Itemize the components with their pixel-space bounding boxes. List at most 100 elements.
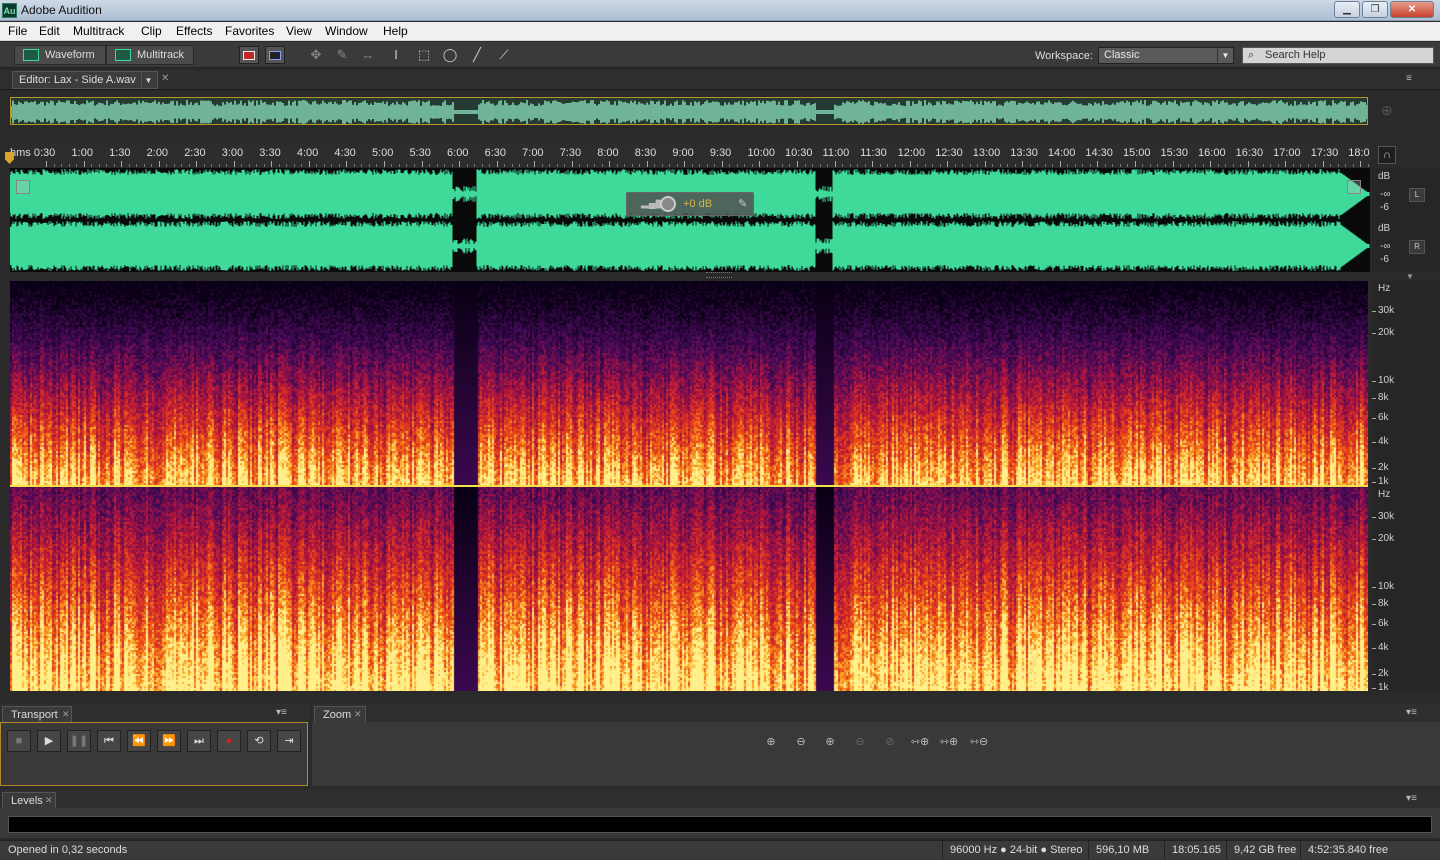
pin-icon[interactable]: ✎ <box>738 197 747 210</box>
menu-edit[interactable]: Edit <box>39 24 60 38</box>
menu-window[interactable]: Window <box>325 24 368 38</box>
skip-to-start-button[interactable]: ⏮ <box>97 730 121 752</box>
close-levels-icon[interactable]: ✕ <box>45 795 53 806</box>
multitrack-view-button[interactable]: Multitrack <box>106 45 194 65</box>
close-button[interactable]: ✕ <box>1390 1 1434 18</box>
menu-favorites[interactable]: Favorites <box>225 24 274 38</box>
waveform-view-button[interactable]: Waveform <box>14 45 106 65</box>
spectral-frequency-toggle-icon[interactable] <box>239 46 259 64</box>
zoom-in-amplitude-button[interactable]: ⊕ <box>760 733 782 751</box>
play-button[interactable]: ▶ <box>37 730 61 752</box>
ruler-tick-mark <box>158 161 160 167</box>
ruler-minor-tick <box>586 164 588 167</box>
fade-out-handle[interactable] <box>1347 180 1361 194</box>
waveform-display[interactable] <box>10 168 1370 272</box>
spot-healing-tool-icon[interactable]: ⟋ <box>494 46 514 64</box>
hz-tick-mark <box>1372 418 1376 419</box>
skip-selection-button[interactable]: ⇥ <box>277 730 301 752</box>
ruler-tick-mark <box>609 161 611 167</box>
close-transport-icon[interactable]: ✕ <box>62 709 70 720</box>
loop-icon: ⟲ <box>254 735 264 747</box>
split-handle[interactable] <box>706 272 732 278</box>
loop-button[interactable]: ⟲ <box>247 730 271 752</box>
ruler-minor-tick <box>376 164 378 167</box>
db-scale: dB -∞ -6 L dB -∞ -6 R <box>1372 168 1440 272</box>
hz-tick-mark <box>1372 517 1376 518</box>
menu-file[interactable]: File <box>8 24 27 38</box>
hz-tick-label: 8k <box>1378 392 1389 403</box>
hz-tick-label: 10k <box>1378 375 1395 386</box>
time-selection-tool-icon[interactable]: I <box>386 46 406 64</box>
hud-volume[interactable]: ▂▄▆ +0 dB ✎ <box>626 192 754 216</box>
ruler-minor-tick <box>954 164 956 167</box>
spectral-pitch-toggle-icon[interactable] <box>265 46 285 64</box>
ruler-minor-tick <box>1119 164 1121 167</box>
channel-left-button[interactable]: L <box>1409 188 1425 202</box>
stop-button[interactable]: ■ <box>7 730 31 752</box>
file-dropdown-icon[interactable]: ▼ <box>141 73 155 87</box>
zoom-to-selection-button[interactable]: ⇿⊕ <box>909 733 931 751</box>
headphones-icon[interactable]: ∩ <box>1378 146 1396 164</box>
ruler-tick-label: 13:00 <box>972 147 1001 159</box>
zoom-in-time-button[interactable]: ⊕ <box>819 733 841 751</box>
pause-button[interactable]: ❚❚ <box>67 730 91 752</box>
ruler-minor-tick <box>68 164 70 167</box>
razor-tool-icon[interactable]: ✎ <box>332 46 352 64</box>
zoom-out-full-button[interactable]: ⊘ <box>879 733 901 751</box>
ruler-minor-tick <box>744 164 746 167</box>
ruler-minor-tick <box>992 164 994 167</box>
levels-panel-menu-icon[interactable]: ▾≡ <box>1406 793 1417 804</box>
ruler-minor-tick <box>451 164 453 167</box>
ruler-minor-tick <box>91 164 93 167</box>
close-zoom-icon[interactable]: ✕ <box>354 709 362 720</box>
menu-clip[interactable]: Clip <box>141 24 162 38</box>
menu-multitrack[interactable]: Multitrack <box>73 24 124 38</box>
fast-forward-button[interactable]: ⏩ <box>157 730 181 752</box>
minimize-button[interactable]: ▁ <box>1334 1 1360 18</box>
menu-view[interactable]: View <box>286 24 312 38</box>
channel-right-button[interactable]: R <box>1409 240 1425 254</box>
transport-panel-menu-icon[interactable]: ▾≡ <box>276 707 287 718</box>
ruler-tick-label: 18:0 <box>1348 147 1370 159</box>
maximize-button[interactable]: ❐ <box>1362 1 1388 18</box>
app-window: Au Adobe Audition ▁ ❐ ✕ File Edit Multit… <box>0 0 1440 860</box>
move-tool-icon[interactable]: ✥ <box>306 46 326 64</box>
menu-effects[interactable]: Effects <box>176 24 212 38</box>
slip-tool-icon[interactable]: ↔ <box>358 46 378 64</box>
zoom-out-time-button[interactable]: ⊖ <box>849 733 871 751</box>
panel-menu-icon[interactable]: ≡ <box>1406 73 1412 84</box>
fade-in-handle[interactable] <box>16 180 30 194</box>
skip-to-start-icon: ⏮ <box>104 735 114 747</box>
record-button[interactable]: ● <box>217 730 241 752</box>
ruler-minor-tick <box>969 164 971 167</box>
ruler-minor-tick <box>241 164 243 167</box>
marquee-tool-icon[interactable]: ⬚ <box>414 46 434 64</box>
zoom-out-selection-button[interactable]: ⇿⊖ <box>968 733 990 751</box>
ruler-minor-tick <box>188 164 190 167</box>
hz-tick-mark <box>1372 624 1376 625</box>
close-tab-icon[interactable]: ✕ <box>161 73 169 84</box>
zoom-in-selection-button[interactable]: ⇿⊕ <box>938 733 960 751</box>
brush-tool-icon[interactable]: ╱ <box>467 46 487 64</box>
skip-to-end-button[interactable]: ⏭ <box>187 730 211 752</box>
zoom-out-amplitude-button[interactable]: ⊖ <box>790 733 812 751</box>
time-ruler[interactable]: hms 0:30 1:00 1:30 2:00 2:30 3:00 3:30 4:00 4:30… <box>10 143 1370 167</box>
volume-knob[interactable] <box>660 196 676 212</box>
tab-editor[interactable]: Editor: Lax - Side A.wav ▼ <box>12 71 158 89</box>
channel-divider <box>10 485 1368 487</box>
ruler-tick-mark <box>1134 161 1136 167</box>
ruler-minor-tick <box>76 164 78 167</box>
zoom-panel <box>312 722 1440 786</box>
chevron-down-icon[interactable]: ▼ <box>1406 272 1414 281</box>
workspace-label: Workspace: <box>1035 50 1093 62</box>
lasso-tool-icon[interactable]: ◯ <box>440 46 460 64</box>
workspace-select[interactable]: Classic ▼ <box>1098 47 1234 64</box>
hz-unit-label: Hz <box>1378 489 1391 500</box>
menu-help[interactable]: Help <box>383 24 408 38</box>
search-help-input[interactable]: ⌕ Search Help <box>1242 47 1434 64</box>
rewind-button[interactable]: ⏪ <box>127 730 151 752</box>
waveform-overview[interactable] <box>10 97 1368 125</box>
ruler-minor-tick <box>1037 164 1039 167</box>
transport-tab-label: Transport <box>11 709 58 721</box>
zoom-panel-menu-icon[interactable]: ▾≡ <box>1406 707 1417 718</box>
